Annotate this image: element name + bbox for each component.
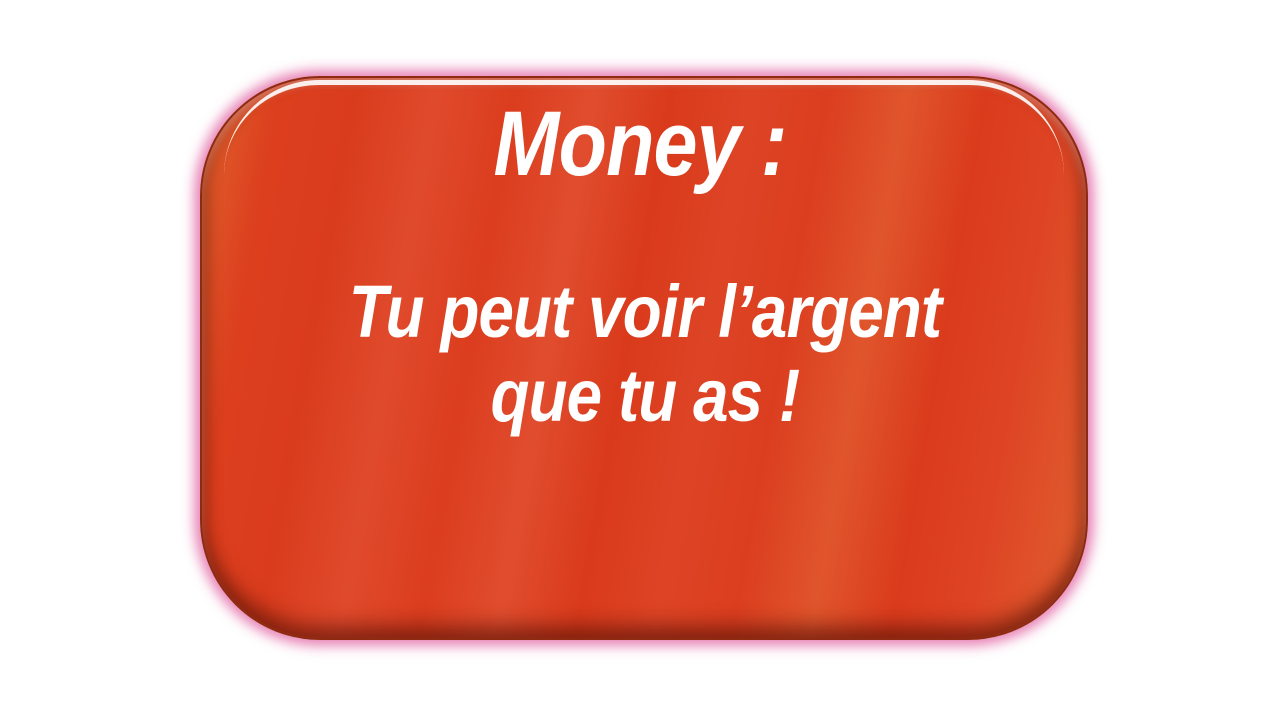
card-message-line-1: Tu peut voir l’argent bbox=[348, 270, 942, 353]
card-message-line-2: que tu as ! bbox=[490, 354, 801, 437]
card-title: Money : bbox=[493, 93, 788, 195]
slide: Money : Tu peut voir l’argent que tu as … bbox=[0, 0, 1280, 720]
card-message: Tu peut voir l’argent que tu as ! bbox=[90, 270, 1199, 438]
